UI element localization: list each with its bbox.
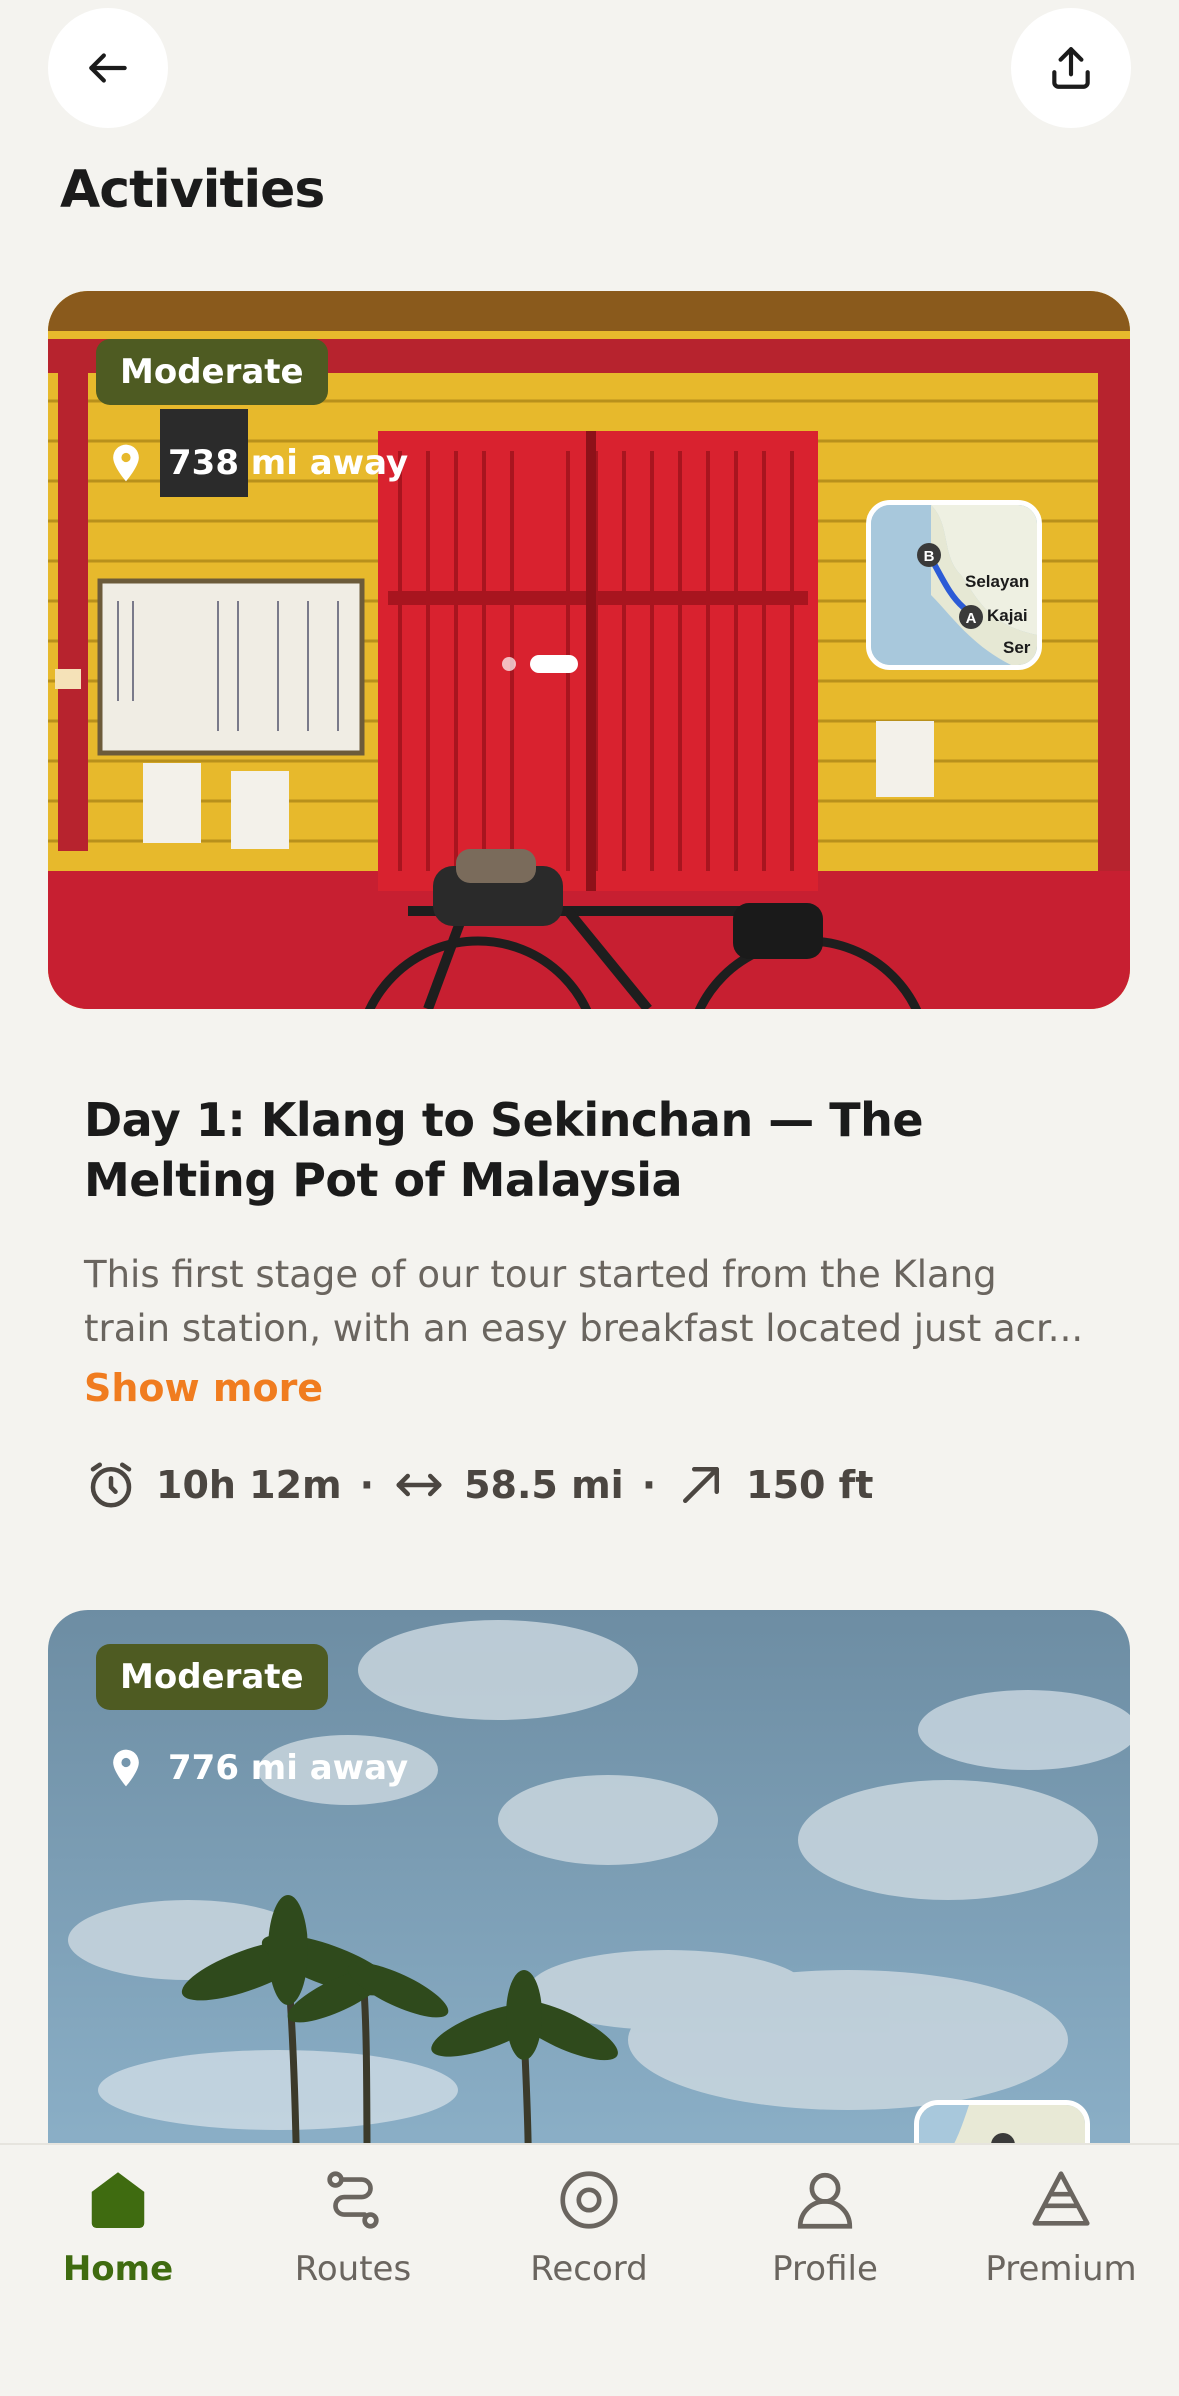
distance-away-text: 776 mi away [168,1748,409,1788]
home-icon [91,2172,145,2228]
routes-icon [327,2171,379,2229]
carousel-dot[interactable] [502,657,516,671]
map-label-ser: Ser [1003,638,1031,657]
share-upload-icon [1052,47,1090,89]
tab-record[interactable]: Record [471,2165,707,2289]
activity-stats: 10h 12m · 58.5 mi · 150 ft [84,1455,873,1515]
activity-title[interactable]: Day 1: Klang to Sekinchan — The Melting … [84,1090,1084,1210]
activity-description: This first stage of our tour started fro… [84,1253,1084,1350]
route-map-thumbnail[interactable]: B A Selayan Kajai Ser [866,500,1042,670]
show-more-link[interactable]: Show more [84,1366,323,1410]
stat-separator: · [359,1463,375,1507]
timer-icon [90,1462,132,1508]
record-icon [560,2171,618,2229]
duration-value: 10h 12m [156,1463,342,1507]
distance-away: 776 mi away [104,1746,408,1790]
route-map-image: B A Selayan Kajai Ser [871,505,1037,665]
tab-label: Routes [294,2249,412,2289]
carousel-dot-active[interactable] [530,655,578,673]
difficulty-badge: Moderate [96,339,328,405]
location-pin-icon [113,444,139,482]
map-marker-a: A [966,610,977,627]
elevation-value: 150 ft [746,1463,874,1507]
difficulty-badge: Moderate [96,1644,328,1710]
tab-profile[interactable]: Profile [707,2165,943,2289]
elevation-arrow-icon [683,1467,720,1503]
tab-label: Profile [772,2249,878,2289]
tab-home[interactable]: Home [0,2165,236,2289]
stat-separator: · [641,1463,657,1507]
distance-value: 58.5 mi [464,1463,624,1507]
map-label-selayan: Selayan [965,572,1029,591]
tab-label: Record [530,2249,648,2289]
profile-icon [797,2172,853,2229]
arrow-left-icon [89,53,127,83]
map-label-kajai: Kajai [987,606,1028,625]
distance-arrows-icon [396,1473,442,1497]
distance-away: 738 mi away [104,441,408,485]
tab-label: Home [62,2249,174,2289]
distance-away-text: 738 mi away [168,443,409,483]
premium-icon [1032,2171,1090,2226]
activity-photo[interactable]: Moderate 776 mi away [48,1610,1130,2230]
map-marker-b: B [924,548,935,565]
page-title: Activities [60,160,325,220]
tab-premium[interactable]: Premium [943,2165,1179,2289]
share-button[interactable] [1011,8,1131,128]
tab-routes[interactable]: Routes [235,2165,471,2289]
back-button[interactable] [48,8,168,128]
tab-label: Premium [985,2249,1137,2289]
location-pin-icon [113,1749,139,1787]
carousel-indicator[interactable] [502,655,592,673]
bottom-tab-bar: Home Routes Record Profile Premium [0,2143,1179,2396]
